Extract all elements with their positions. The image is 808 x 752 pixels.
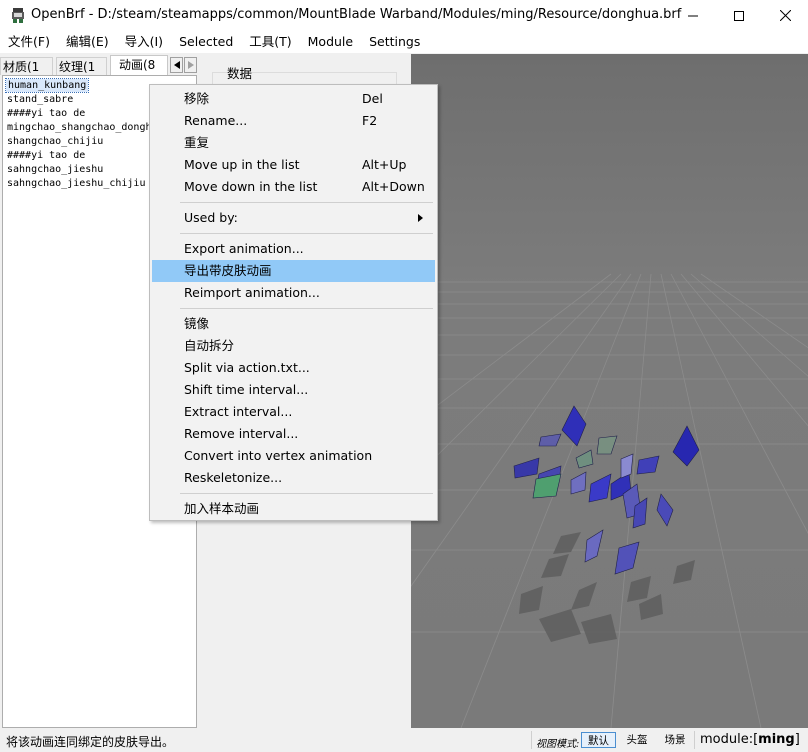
menu-item-rename[interactable]: Rename... F2 — [152, 110, 435, 132]
tab-bar: 材质(1 纹理(1 动画(8 — [0, 55, 200, 76]
menu-item-remove[interactable]: 移除 Del — [152, 88, 435, 110]
menu-item-reimport-animation[interactable]: Reimport animation... — [152, 282, 435, 304]
list-item[interactable]: mingchao_shangchao_dongh — [7, 121, 152, 134]
tab-textures[interactable]: 纹理(1 — [56, 57, 107, 75]
list-item[interactable]: human_kunbang — [4, 78, 90, 93]
menu-item-extract-interval[interactable]: Extract interval... — [152, 401, 435, 423]
3d-viewport[interactable] — [411, 54, 808, 728]
view-mode-label: 视图模式: — [536, 739, 580, 750]
list-item[interactable]: shangchao_chijiu — [7, 135, 103, 148]
title-bar: OpenBrf - D:/steam/steamapps/common/Moun… — [0, 0, 808, 31]
menu-item-label: Split via action.txt... — [184, 360, 310, 375]
menu-item-shortcut: Del — [362, 91, 383, 106]
list-item[interactable]: stand_sabre — [7, 93, 73, 106]
menu-item-label: Extract interval... — [184, 404, 293, 419]
menu-item-shortcut: Alt+Down — [362, 179, 425, 194]
context-menu: 移除 Del Rename... F2 重复 Move up in the li… — [149, 84, 438, 521]
openbrf-app-icon — [12, 8, 24, 23]
menu-item-label: 加入样本动画 — [184, 501, 260, 516]
menu-separator — [180, 308, 433, 309]
menu-item-move-down[interactable]: Move down in the list Alt+Down — [152, 176, 435, 198]
tab-animations-label: 动画(8 — [119, 58, 156, 72]
viewport-scene — [411, 54, 808, 728]
menu-item-auto-split[interactable]: 自动拆分 — [152, 335, 435, 357]
arrow-right-icon — [187, 61, 194, 69]
menu-item-shortcut: F2 — [362, 113, 378, 128]
menu-selected[interactable]: Selected — [171, 31, 241, 53]
module-prefix: module:[ — [700, 732, 759, 747]
module-indicator: module:[ming] — [700, 732, 800, 747]
menu-item-label: Shift time interval... — [184, 382, 309, 397]
menu-item-label: Used by: — [184, 210, 238, 225]
menu-item-label: Move down in the list — [184, 179, 318, 194]
menu-item-label: Reskeletonize... — [184, 470, 283, 485]
menu-item-label: Export animation... — [184, 241, 304, 256]
menu-item-convert-vertex-animation[interactable]: Convert into vertex animation — [152, 445, 435, 467]
menu-item-label: Remove interval... — [184, 426, 299, 441]
window-title: OpenBrf - D:/steam/steamapps/common/Moun… — [31, 7, 682, 22]
tab-animations[interactable]: 动画(8 — [110, 55, 168, 76]
menu-item-split-via-action[interactable]: Split via action.txt... — [152, 357, 435, 379]
maximize-icon — [734, 10, 744, 21]
menu-separator — [180, 202, 433, 203]
menu-item-label: 自动拆分 — [184, 338, 235, 353]
menu-edit[interactable]: 编辑(E) — [58, 31, 117, 53]
menu-item-label: Move up in the list — [184, 157, 300, 172]
menu-separator — [180, 493, 433, 494]
openbrf-window: OpenBrf - D:/steam/steamapps/common/Moun… — [0, 0, 808, 752]
menu-item-label: Reimport animation... — [184, 285, 320, 300]
list-item[interactable]: sahngchao_jieshu — [7, 163, 103, 176]
menu-file[interactable]: 文件(F) — [0, 31, 58, 53]
minimize-icon — [688, 15, 698, 16]
tab-materials[interactable]: 材质(1 — [0, 57, 53, 75]
close-button[interactable] — [762, 0, 808, 31]
minimize-button[interactable] — [670, 0, 716, 31]
submenu-arrow-icon — [418, 214, 423, 222]
menu-item-duplicate[interactable]: 重复 — [152, 132, 435, 154]
menu-item-label: Convert into vertex animation — [184, 448, 373, 463]
status-divider — [694, 731, 695, 749]
view-mode-default-button[interactable]: 默认 — [581, 732, 616, 748]
tab-scroll-right-button[interactable] — [184, 57, 197, 73]
tab-textures-label: 纹理(1 — [59, 60, 96, 74]
tab-materials-label: 材质(1 — [3, 60, 40, 74]
menu-item-mirror[interactable]: 镜像 — [152, 313, 435, 335]
view-mode-scene-button[interactable]: 场景 — [660, 732, 690, 748]
list-item[interactable]: ####yi tao de — [7, 107, 85, 120]
menu-item-label: 移除 — [184, 91, 210, 106]
menu-item-used-by[interactable]: Used by: — [152, 207, 435, 229]
menu-item-reskeletonize[interactable]: Reskeletonize... — [152, 467, 435, 489]
status-divider — [531, 731, 532, 749]
arrow-left-icon — [173, 61, 180, 69]
menu-item-export-skinned-animation[interactable]: 导出带皮肤动画 — [152, 260, 435, 282]
module-name: ming — [758, 732, 795, 747]
menu-item-remove-interval[interactable]: Remove interval... — [152, 423, 435, 445]
view-mode-helmet-button[interactable]: 头盔 — [622, 732, 652, 748]
menu-item-label: Rename... — [184, 113, 248, 128]
list-item[interactable]: ####yi tao de — [7, 149, 85, 162]
menu-item-add-sample-animation[interactable]: 加入样本动画 — [152, 498, 435, 520]
menu-separator — [180, 233, 433, 234]
tab-scroll-left-button[interactable] — [170, 57, 183, 73]
menu-item-label: 镜像 — [184, 316, 210, 331]
menu-import[interactable]: 导入(I) — [117, 31, 171, 53]
status-message: 将该动画连同绑定的皮肤导出。 — [6, 735, 175, 749]
close-icon — [779, 10, 791, 21]
maximize-button[interactable] — [716, 0, 762, 31]
status-bar: 将该动画连同绑定的皮肤导出。 视图模式: 默认 头盔 场景 module:[mi… — [0, 728, 808, 752]
menu-bar: 文件(F) 编辑(E) 导入(I) Selected 工具(T) Module … — [0, 31, 808, 53]
menu-module[interactable]: Module — [300, 31, 361, 53]
menu-item-export-animation[interactable]: Export animation... — [152, 238, 435, 260]
menu-settings[interactable]: Settings — [361, 31, 428, 53]
menu-item-shift-time-interval[interactable]: Shift time interval... — [152, 379, 435, 401]
menu-tools[interactable]: 工具(T) — [241, 31, 299, 53]
menu-item-label: 重复 — [184, 135, 210, 150]
data-panel-title: 数据 — [227, 66, 253, 81]
menu-item-label: 导出带皮肤动画 — [184, 263, 272, 278]
list-item[interactable]: sahngchao_jieshu_chijiu — [7, 177, 145, 190]
menu-item-shortcut: Alt+Up — [362, 157, 407, 172]
module-suffix: ] — [794, 732, 800, 747]
menu-item-move-up[interactable]: Move up in the list Alt+Up — [152, 154, 435, 176]
